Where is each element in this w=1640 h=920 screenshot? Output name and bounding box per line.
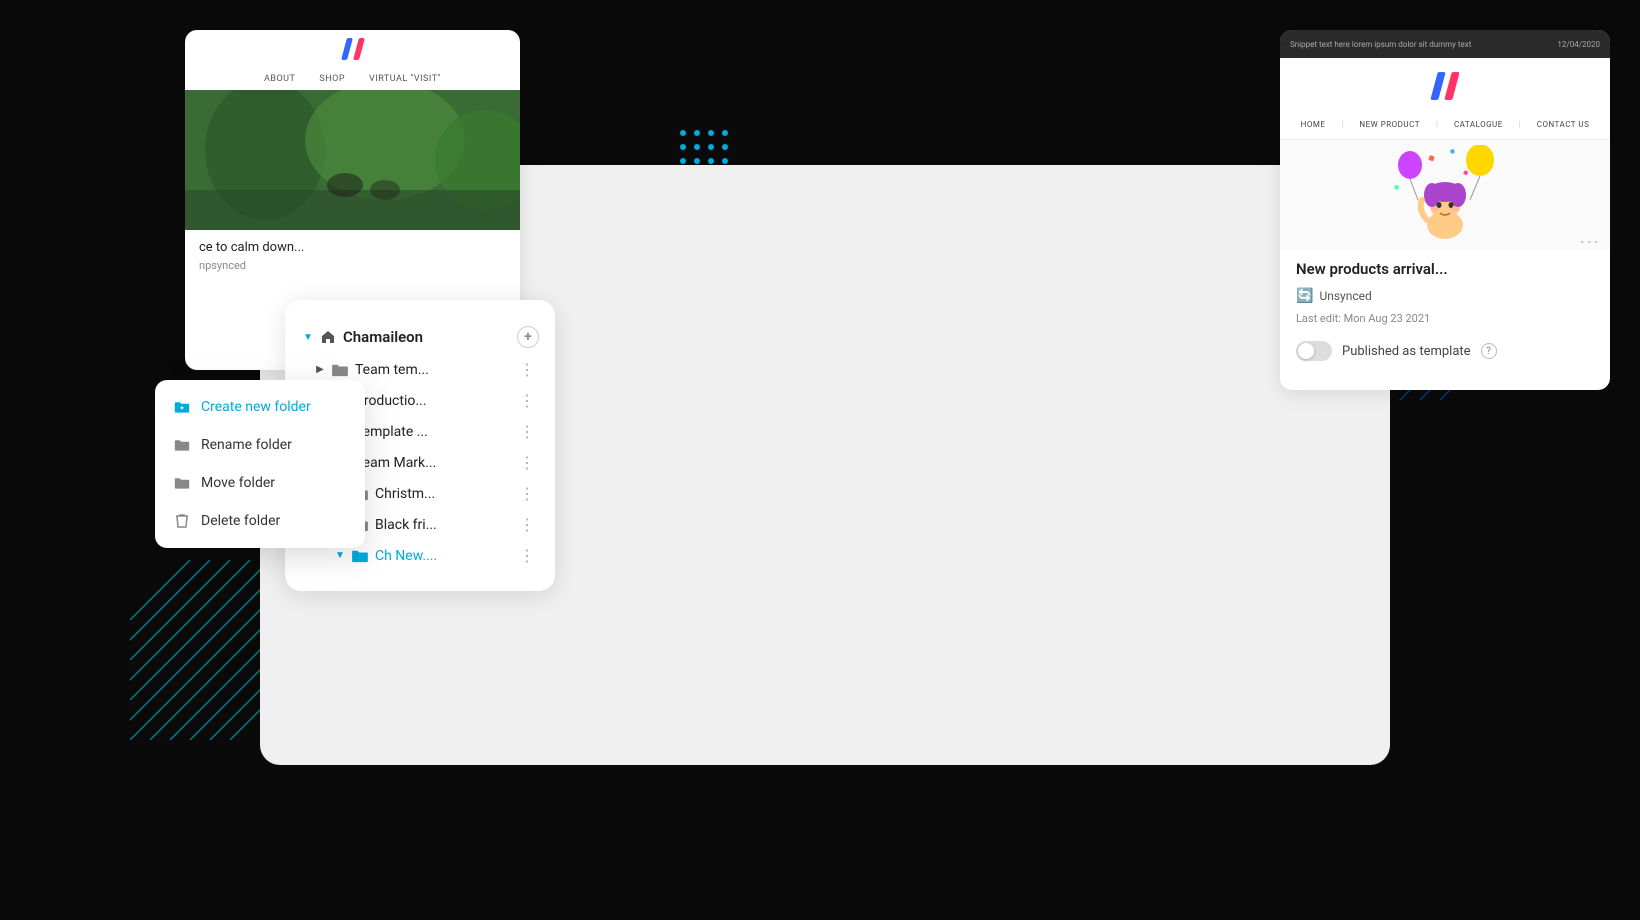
context-label: Create new folder [201,399,311,415]
card-last-edit: Last edit: Mon Aug 23 2021 [1280,310,1610,333]
card-panel: Snippet text here lorem ipsum dolor sit … [1280,30,1610,390]
help-icon[interactable]: ? [1481,343,1497,359]
folder-label: Black fri... [375,517,515,533]
root-label: Chamaileon [343,328,517,346]
more-icon[interactable]: ⋮ [515,546,539,565]
card-status: 🔄 Unsynced [1280,282,1610,310]
card-nav-home: HOME [1301,120,1326,129]
more-icon[interactable]: ⋮ [515,391,539,410]
folder-label: Christm... [375,486,515,502]
card-more-button[interactable]: ⋮ [1578,232,1602,252]
folder-edit-icon [173,436,191,454]
card-nav-new-product: NEW PRODUCT [1359,120,1420,129]
tree-root-row[interactable]: ▼ Chamaileon + [285,320,555,354]
context-label: Rename folder [201,437,292,453]
folder-icon [331,361,349,379]
card-title: New products arrival... [1280,250,1610,282]
more-icon[interactable]: ⋮ [515,515,539,534]
folder-label: Template ... [355,424,515,440]
context-menu: Create new folder Rename folder Move fol… [155,380,365,548]
nav-link-virtual: VIRTUAL "VISIT" [369,74,441,84]
more-icon[interactable]: ⋮ [515,453,539,472]
brand-logo [344,38,362,60]
context-move-folder[interactable]: Move folder [155,464,365,502]
card-nav-contact: CONTACT US [1537,120,1590,129]
template-label: Published as template [1342,344,1471,359]
context-label: Move folder [201,475,275,491]
status-text: Unsynced [1319,289,1371,303]
folder-label: Productio... [355,393,515,409]
folder-plus-icon [173,398,191,416]
nav-link-about: ABOUT [264,74,295,84]
context-label: Delete folder [201,513,280,529]
template-toggle[interactable] [1296,341,1332,361]
context-delete-folder[interactable]: Delete folder [155,502,365,540]
preview-nav: ABOUT SHOP VIRTUAL "VISIT" [185,68,520,90]
add-folder-button[interactable]: + [517,326,539,348]
more-icon[interactable]: ⋮ [515,422,539,441]
sync-icon: 🔄 [1296,288,1313,304]
folder-label: Ch New.... [375,548,515,564]
card-illustration [1280,140,1610,250]
toggle-knob [1298,343,1314,359]
preview-logo [185,30,520,68]
folder-label: Team tem... [355,362,515,378]
card-logo [1280,58,1610,114]
root-arrow: ▼ [301,330,315,344]
card-nav: HOME | NEW PRODUCT | CATALOGUE | CONTACT… [1280,114,1610,140]
card-top-bar: Snippet text here lorem ipsum dolor sit … [1280,30,1610,58]
folder-label: Team Mark... [355,455,515,471]
card-top-bar-text: Snippet text here lorem ipsum dolor sit … [1290,40,1471,49]
more-icon[interactable]: ⋮ [515,360,539,379]
dot-grid-top [680,130,728,164]
folder-move-icon [173,474,191,492]
preview-caption: ce to calm down... [185,230,520,259]
card-template-row: Published as template ? [1280,333,1610,369]
nav-link-shop: SHOP [319,74,345,84]
context-create-folder[interactable]: Create new folder [155,388,365,426]
card-nav-catalogue: CATALOGUE [1454,120,1503,129]
home-icon [319,328,337,346]
card-top-bar-date: 12/04/2020 [1557,40,1600,49]
folder-icon-active [351,547,369,565]
preview-hero-image [185,90,520,230]
arrow-icon: ▶ [313,363,327,377]
arrow-icon: ▼ [333,549,347,563]
context-rename-folder[interactable]: Rename folder [155,426,365,464]
preview-subcaption: npsynced [185,259,520,272]
trash-icon [173,512,191,530]
brand-logo-card [1434,72,1456,100]
more-icon[interactable]: ⋮ [515,484,539,503]
